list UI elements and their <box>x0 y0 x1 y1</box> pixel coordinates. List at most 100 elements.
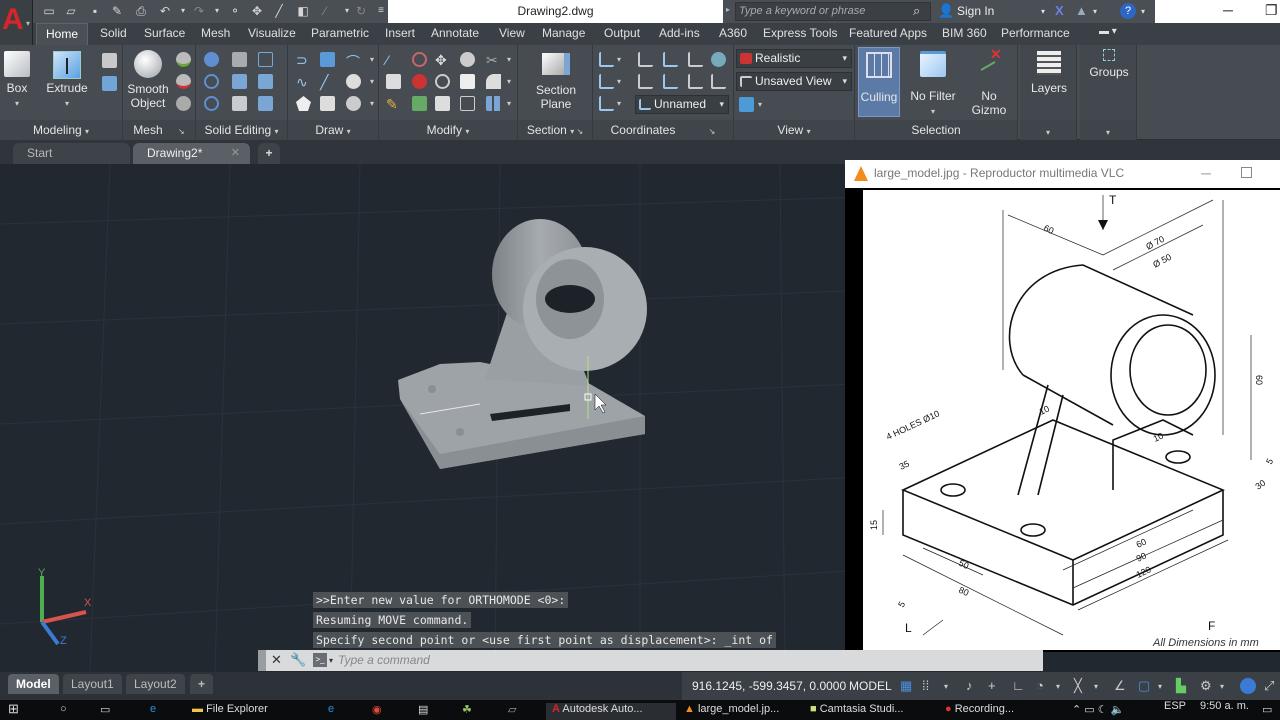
ribbon-tab-output[interactable]: Output <box>604 26 640 40</box>
layout-tab-layout2[interactable]: Layout2 <box>126 674 185 694</box>
section-plane-button[interactable]: Section Plane <box>528 53 584 111</box>
snap-dropdown-icon[interactable]: ▾ <box>944 682 948 691</box>
taskbar-item-autocad[interactable]: A Autodesk Auto... <box>546 703 676 720</box>
named-ucs-dropdown[interactable]: Unnamed ▾ <box>635 95 729 114</box>
line-icon[interactable]: ╱ <box>272 4 286 18</box>
slice-icon[interactable] <box>232 74 247 89</box>
ucs-face-icon[interactable] <box>599 96 614 111</box>
share-icon[interactable]: ↻ <box>354 4 368 18</box>
a360-dropdown-icon[interactable]: ▾ <box>1093 7 1097 16</box>
ucs-world-icon[interactable] <box>599 74 614 89</box>
intersect-icon[interactable] <box>204 96 219 111</box>
undo-dropdown-icon[interactable]: ▾ <box>176 4 190 18</box>
no-gizmo-button[interactable]: ✕ No Gizmo <box>967 47 1011 117</box>
array-icon[interactable] <box>486 96 501 111</box>
extract-edges-icon[interactable] <box>258 52 273 67</box>
fullscreen-icon[interactable]: ⤢ <box>1264 678 1274 694</box>
autodesk-a360-icon[interactable]: ▲ <box>1075 3 1088 18</box>
sign-in-dropdown-icon[interactable]: ▾ <box>1041 7 1045 16</box>
polysolid-icon[interactable] <box>102 76 117 91</box>
clock[interactable]: 9:50 a. m. <box>1200 700 1249 712</box>
ucs-y-icon[interactable] <box>711 74 726 89</box>
ribbon-tab-visualize[interactable]: Visualize <box>248 26 296 40</box>
rotate-gizmo-icon[interactable] <box>412 74 427 89</box>
polygon-icon[interactable] <box>296 96 311 111</box>
ucs-icon[interactable] <box>599 52 614 67</box>
ortho-icon[interactable]: ∟ <box>1012 678 1025 693</box>
ribbon-tab-annotate[interactable]: Annotate <box>431 26 479 40</box>
windows-start-icon[interactable]: ⊞ <box>8 701 19 717</box>
layout-tab-layout1[interactable]: Layout1 <box>63 674 122 694</box>
help-icon[interactable]: ? <box>1120 3 1136 19</box>
3d-solid-model[interactable] <box>390 204 660 474</box>
fillet-edge-icon[interactable] <box>386 74 401 89</box>
customize-wrench-icon[interactable]: 🔧 <box>290 652 306 668</box>
ribbon-tab-a360[interactable]: A360 <box>719 26 747 40</box>
layout-tab-model[interactable]: Model <box>8 674 59 694</box>
expand-icon[interactable]: ▸ <box>726 5 730 14</box>
file-tab-drawing2[interactable]: Drawing2* ✕ <box>133 143 250 164</box>
thicken-icon[interactable] <box>232 96 247 111</box>
layer-icon[interactable]: ⁄ <box>318 4 332 18</box>
polar-tracking-icon[interactable]: ◔ <box>1036 678 1044 693</box>
ribbon-tab-surface[interactable]: Surface <box>144 26 185 40</box>
coordinates-readout[interactable]: 916.1245, -599.3457, 0.0000 <box>692 679 846 693</box>
groups-panel-expander[interactable]: ▾ <box>1080 128 1136 137</box>
ucs-z-icon[interactable] <box>663 52 678 67</box>
object-snap-tracking-icon[interactable]: ∠ <box>1114 678 1126 694</box>
edge-icon[interactable]: e <box>150 703 156 715</box>
scale-icon[interactable] <box>435 96 450 111</box>
rotate3d-icon[interactable] <box>412 52 427 67</box>
culling-toggle[interactable]: Culling <box>858 47 900 117</box>
taskbar-item-file-explorer[interactable]: ▬ File Explorer <box>192 703 268 715</box>
layers-button[interactable]: Layers <box>1026 51 1072 95</box>
smooth-less-icon[interactable] <box>176 74 191 89</box>
match-properties-icon[interactable]: ⚬ <box>228 4 242 18</box>
dynamic-input-icon[interactable]: + <box>988 678 996 693</box>
ribbon-tab-solid[interactable]: Solid <box>100 26 127 40</box>
save-as-icon[interactable]: ✎ <box>110 4 124 18</box>
minimize-icon[interactable]: ─ <box>1223 2 1233 18</box>
workspace-icon[interactable]: ◧ <box>296 4 310 18</box>
ribbon-tab-home[interactable]: Home <box>36 23 89 45</box>
fillet-icon[interactable] <box>486 74 501 89</box>
action-center-icon[interactable]: ▭ <box>1262 703 1272 716</box>
workspace-gear-icon[interactable]: ⚙ <box>1200 678 1212 694</box>
no-filter-button[interactable]: No Filter ▾ <box>908 51 958 119</box>
vlc-minimize-icon[interactable]: ─ <box>1201 160 1211 186</box>
taskbar-item-camtasia[interactable]: ■ Camtasia Studi... <box>810 703 903 715</box>
internet-explorer-icon[interactable]: e <box>328 703 334 715</box>
isodraft-icon[interactable]: ╳ <box>1074 678 1082 694</box>
subtract-icon[interactable] <box>204 74 219 89</box>
grid-icon[interactable]: ▦ <box>900 678 912 694</box>
osnap-dropdown-icon[interactable]: ▾ <box>1158 682 1162 691</box>
refine-mesh-icon[interactable] <box>176 96 191 111</box>
rectangle-icon[interactable] <box>320 96 335 111</box>
workspace-dropdown-icon[interactable]: ▾ <box>1220 682 1224 691</box>
ucs-x-icon[interactable] <box>688 74 703 89</box>
sign-in-link[interactable]: Sign In <box>957 4 994 18</box>
language-indicator[interactable]: ESP <box>1164 700 1186 712</box>
model-space-button[interactable]: MODEL <box>849 679 892 693</box>
offset-icon[interactable] <box>460 96 475 111</box>
calculator-icon[interactable]: ▤ <box>418 703 428 716</box>
taskbar-item-vlc[interactable]: ▲ large_model.jp... <box>684 703 779 715</box>
named-view-dropdown[interactable]: Unsaved View ▾ <box>736 72 852 91</box>
ucs-view-icon[interactable] <box>688 52 703 67</box>
spline-icon[interactable]: ∿ <box>296 74 311 90</box>
arc-icon[interactable]: ⌒ <box>346 52 361 70</box>
infer-constraints-icon[interactable]: ♪ <box>966 678 973 693</box>
extrude-button[interactable]: Extrude ▾ <box>44 51 90 111</box>
redo-icon[interactable]: ↷ <box>192 4 206 18</box>
layer-dropdown-icon[interactable]: ▾ <box>340 4 354 18</box>
coordinates-panel-label[interactable]: Coordinates ↘ <box>593 123 733 137</box>
circle-icon[interactable] <box>346 74 361 89</box>
new-layout-button[interactable]: + <box>190 674 214 694</box>
smooth-object-button[interactable]: Smooth Object <box>125 50 171 110</box>
panel-groups[interactable]: Groups ▾ <box>1080 45 1137 140</box>
modify-panel-expander[interactable]: Modify ▾ <box>379 123 517 137</box>
search-icon[interactable]: ○ <box>60 703 67 715</box>
interfere-icon[interactable] <box>232 52 247 67</box>
rotate-icon[interactable] <box>435 74 450 89</box>
ribbon-tab-parametric[interactable]: Parametric <box>311 26 369 40</box>
